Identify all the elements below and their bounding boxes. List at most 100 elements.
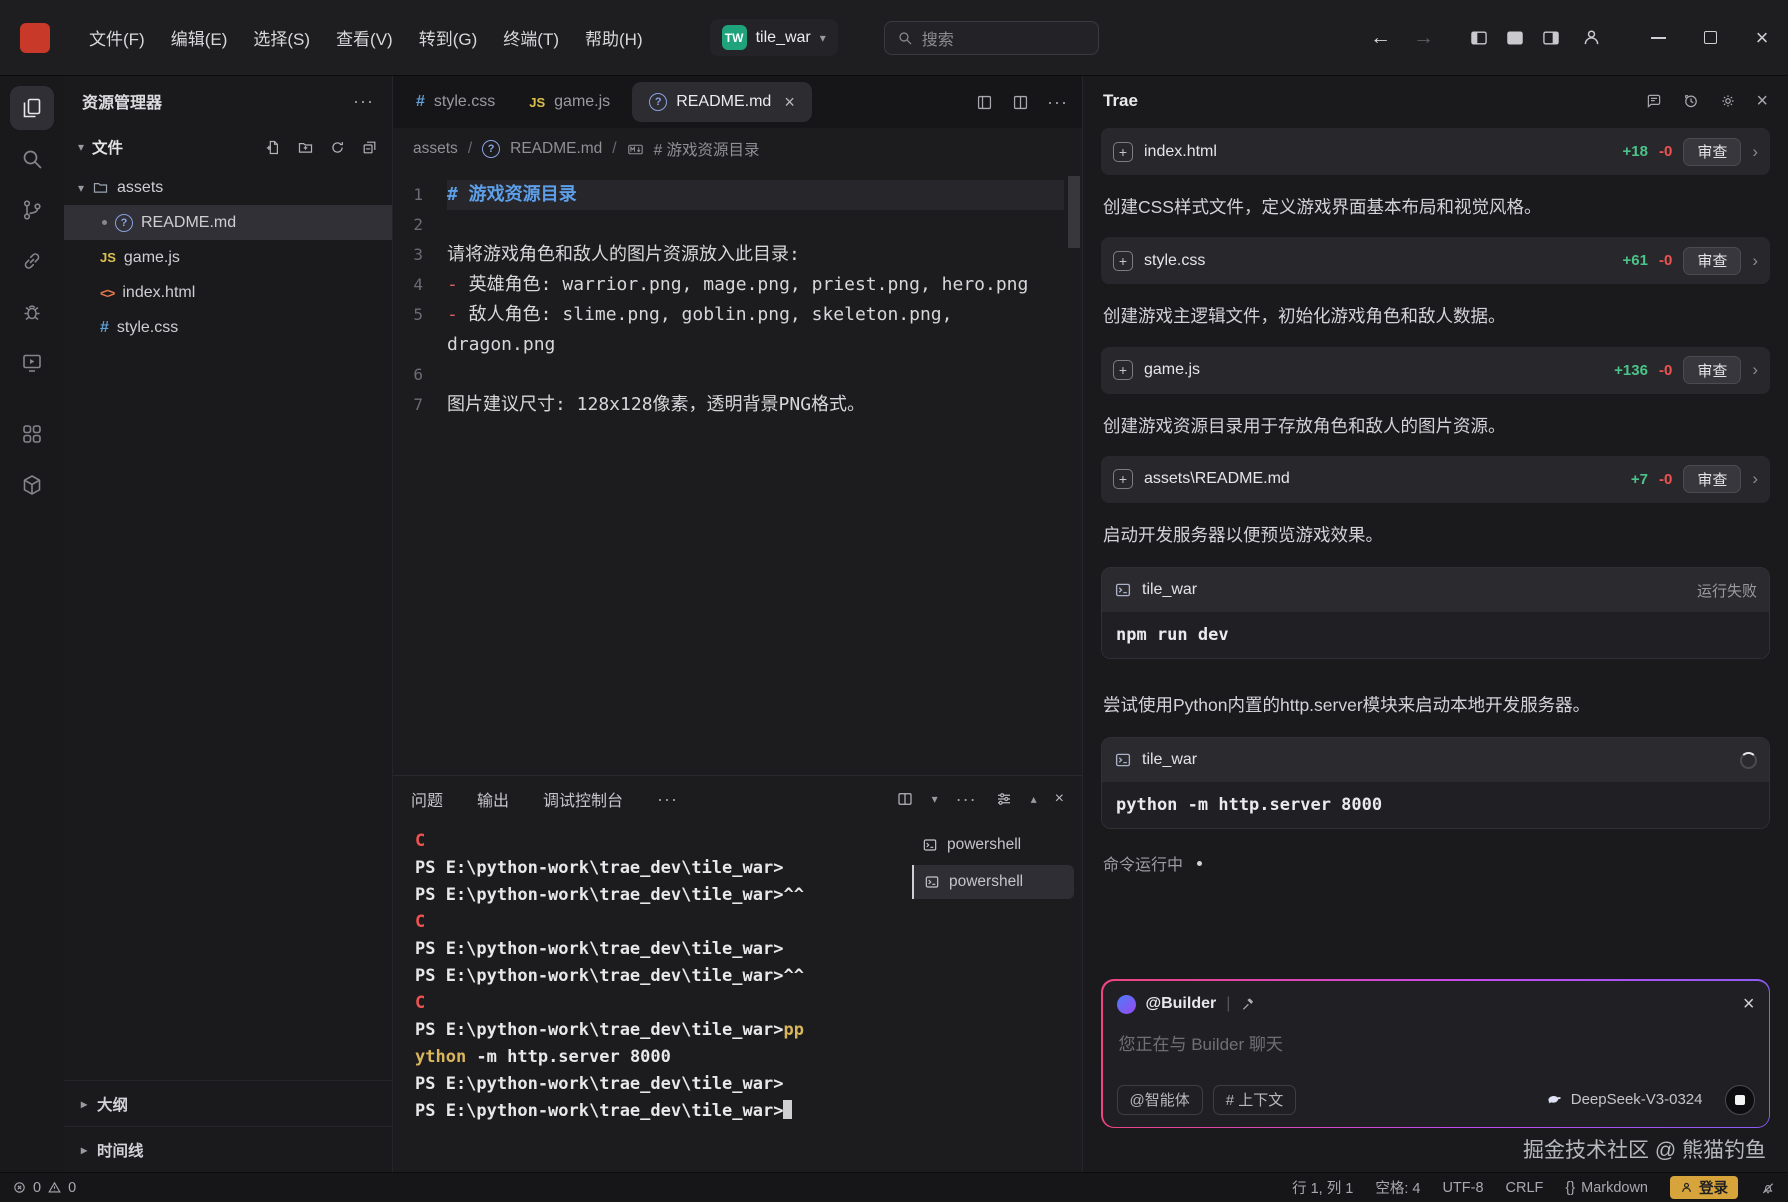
history-icon[interactable]	[1682, 92, 1700, 110]
outline-section[interactable]: ▸ 大纲	[64, 1080, 392, 1126]
link-icon[interactable]	[10, 239, 54, 283]
terminal-output[interactable]: C PS E:\python-work\trae_dev\tile_war> P…	[393, 822, 904, 1172]
chevron-right-icon[interactable]: ›	[1752, 469, 1758, 489]
close-window-button[interactable]: ×	[1736, 0, 1788, 76]
command-card[interactable]: tile_war 运行失败 npm run dev	[1101, 567, 1770, 659]
login-button[interactable]: 登录	[1670, 1176, 1738, 1199]
close-input-icon[interactable]: ×	[1743, 993, 1755, 1016]
toggle-left-panel-icon[interactable]	[1465, 24, 1493, 52]
titlebar-actions: ← →	[1359, 24, 1602, 52]
menu-help[interactable]: 帮助(H)	[572, 16, 656, 59]
editor-content[interactable]: 1 # 游戏资源目录 2 3 请将游戏角色和敌人的图片资源放入此目录: 4 - …	[393, 170, 1082, 775]
account-icon[interactable]	[1581, 27, 1602, 48]
files-section-header[interactable]: ▾ 文件	[64, 126, 392, 168]
panel-more-icon[interactable]: ···	[956, 789, 977, 810]
timeline-section[interactable]: ▸ 时间线	[64, 1126, 392, 1172]
chevron-right-icon[interactable]: ›	[1752, 251, 1758, 271]
tree-item-index-html[interactable]: <> index.html	[64, 275, 392, 310]
preview-icon[interactable]	[10, 341, 54, 385]
menu-edit[interactable]: 编辑(E)	[158, 16, 241, 59]
menu-terminal[interactable]: 终端(T)	[490, 16, 572, 59]
tab-readme-md[interactable]: ? README.md ×	[632, 82, 812, 122]
file-change-card[interactable]: + index.html +18 -0 审查 ›	[1101, 128, 1770, 175]
maximize-button[interactable]	[1684, 0, 1736, 76]
cursor-position[interactable]: 行 1, 列 1	[1292, 1177, 1353, 1198]
forward-icon[interactable]: →	[1402, 26, 1445, 50]
tree-item-style-css[interactable]: # style.css	[64, 310, 392, 345]
eol-sequence[interactable]: CRLF	[1506, 1180, 1544, 1196]
terminal-list-item[interactable]: powershell	[912, 865, 1074, 899]
file-change-card[interactable]: + assets\README.md +7 -0 审查 ›	[1101, 456, 1770, 503]
editor-scrollbar[interactable]	[1068, 176, 1080, 248]
tree-item-assets[interactable]: ▾ assets	[64, 170, 392, 205]
settings-gear-icon[interactable]	[1719, 92, 1737, 110]
maximize-panel-icon[interactable]: ▴	[1031, 792, 1037, 806]
notifications-bell-icon[interactable]	[1760, 1180, 1776, 1196]
chevron-right-icon[interactable]: ›	[1752, 142, 1758, 162]
breadcrumb-readme[interactable]: README.md	[510, 140, 602, 158]
agent-chip[interactable]: @智能体	[1117, 1085, 1203, 1115]
open-preview-icon[interactable]	[975, 93, 994, 112]
new-folder-icon[interactable]	[297, 139, 314, 156]
split-editor-icon[interactable]	[1011, 93, 1030, 112]
tools-hammer-icon[interactable]	[1240, 996, 1256, 1012]
review-button[interactable]: 审查	[1683, 356, 1741, 384]
context-chip[interactable]: # 上下文	[1213, 1085, 1297, 1115]
new-file-icon[interactable]	[265, 139, 282, 156]
agent-selector[interactable]: @Builder	[1146, 995, 1217, 1013]
tab-output[interactable]: 输出	[477, 787, 509, 811]
menu-selection[interactable]: 选择(S)	[240, 16, 323, 59]
review-button[interactable]: 审查	[1683, 138, 1741, 166]
close-panel-icon[interactable]: ×	[1055, 790, 1064, 808]
close-chat-icon[interactable]: ×	[1756, 90, 1768, 113]
collapse-all-icon[interactable]	[361, 139, 378, 156]
chat-input-placeholder[interactable]: 您正在与 Builder 聊天	[1119, 1030, 1753, 1055]
menu-file[interactable]: 文件(F)	[76, 16, 158, 59]
chevron-down-icon[interactable]: ▾	[932, 792, 938, 806]
menu-view[interactable]: 查看(V)	[323, 16, 406, 59]
tree-item-readme[interactable]: ? README.md	[64, 205, 392, 240]
breadcrumb-assets[interactable]: assets	[413, 140, 458, 158]
command-card[interactable]: tile_war python -m http.server 8000	[1101, 737, 1770, 829]
file-change-card[interactable]: + style.css +61 -0 审查 ›	[1101, 237, 1770, 284]
indentation[interactable]: 空格: 4	[1375, 1177, 1420, 1198]
problems-indicator[interactable]: 0 0	[12, 1180, 76, 1196]
split-terminal-icon[interactable]	[896, 790, 914, 808]
marketplace-icon[interactable]	[10, 463, 54, 507]
search-icon[interactable]	[10, 137, 54, 181]
chevron-right-icon[interactable]: ›	[1752, 360, 1758, 380]
global-search-input[interactable]: 搜索	[884, 21, 1099, 55]
stop-button[interactable]	[1725, 1085, 1755, 1115]
minimize-button[interactable]	[1632, 0, 1684, 76]
review-button[interactable]: 审查	[1683, 465, 1741, 493]
toggle-right-panel-icon[interactable]	[1537, 24, 1565, 52]
toggle-bottom-panel-icon[interactable]	[1501, 24, 1529, 52]
source-control-icon[interactable]	[10, 188, 54, 232]
feedback-icon[interactable]	[1645, 92, 1663, 110]
panel-tabs-more-icon[interactable]: ···	[657, 789, 678, 810]
encoding[interactable]: UTF-8	[1442, 1180, 1483, 1196]
review-button[interactable]: 审查	[1683, 247, 1741, 275]
explorer-more-icon[interactable]: ···	[353, 91, 374, 112]
model-selector[interactable]: DeepSeek-V3-0324	[1546, 1091, 1703, 1108]
file-change-card[interactable]: + game.js +136 -0 审查 ›	[1101, 347, 1770, 394]
tab-game-js[interactable]: JS game.js	[512, 76, 627, 128]
close-tab-icon[interactable]: ×	[784, 92, 795, 113]
app-logo[interactable]	[20, 23, 50, 53]
filter-sliders-icon[interactable]	[995, 790, 1013, 808]
apps-grid-icon[interactable]	[10, 412, 54, 456]
tab-style-css[interactable]: # style.css	[399, 76, 512, 128]
debug-icon[interactable]	[10, 290, 54, 334]
back-icon[interactable]: ←	[1359, 26, 1402, 50]
breadcrumb-heading[interactable]: # 游戏资源目录	[654, 138, 760, 160]
language-mode[interactable]: {} Markdown	[1565, 1180, 1648, 1196]
menu-go[interactable]: 转到(G)	[406, 16, 491, 59]
explorer-icon[interactable]	[10, 86, 54, 130]
refresh-icon[interactable]	[329, 139, 346, 156]
tab-debug-console[interactable]: 调试控制台	[543, 787, 623, 811]
tab-problems[interactable]: 问题	[411, 787, 443, 811]
tree-item-game-js[interactable]: JS game.js	[64, 240, 392, 275]
project-switcher[interactable]: TW tile_war ▾	[710, 19, 838, 56]
editor-more-icon[interactable]: ···	[1047, 92, 1068, 113]
terminal-list-item[interactable]: powershell	[912, 828, 1074, 862]
